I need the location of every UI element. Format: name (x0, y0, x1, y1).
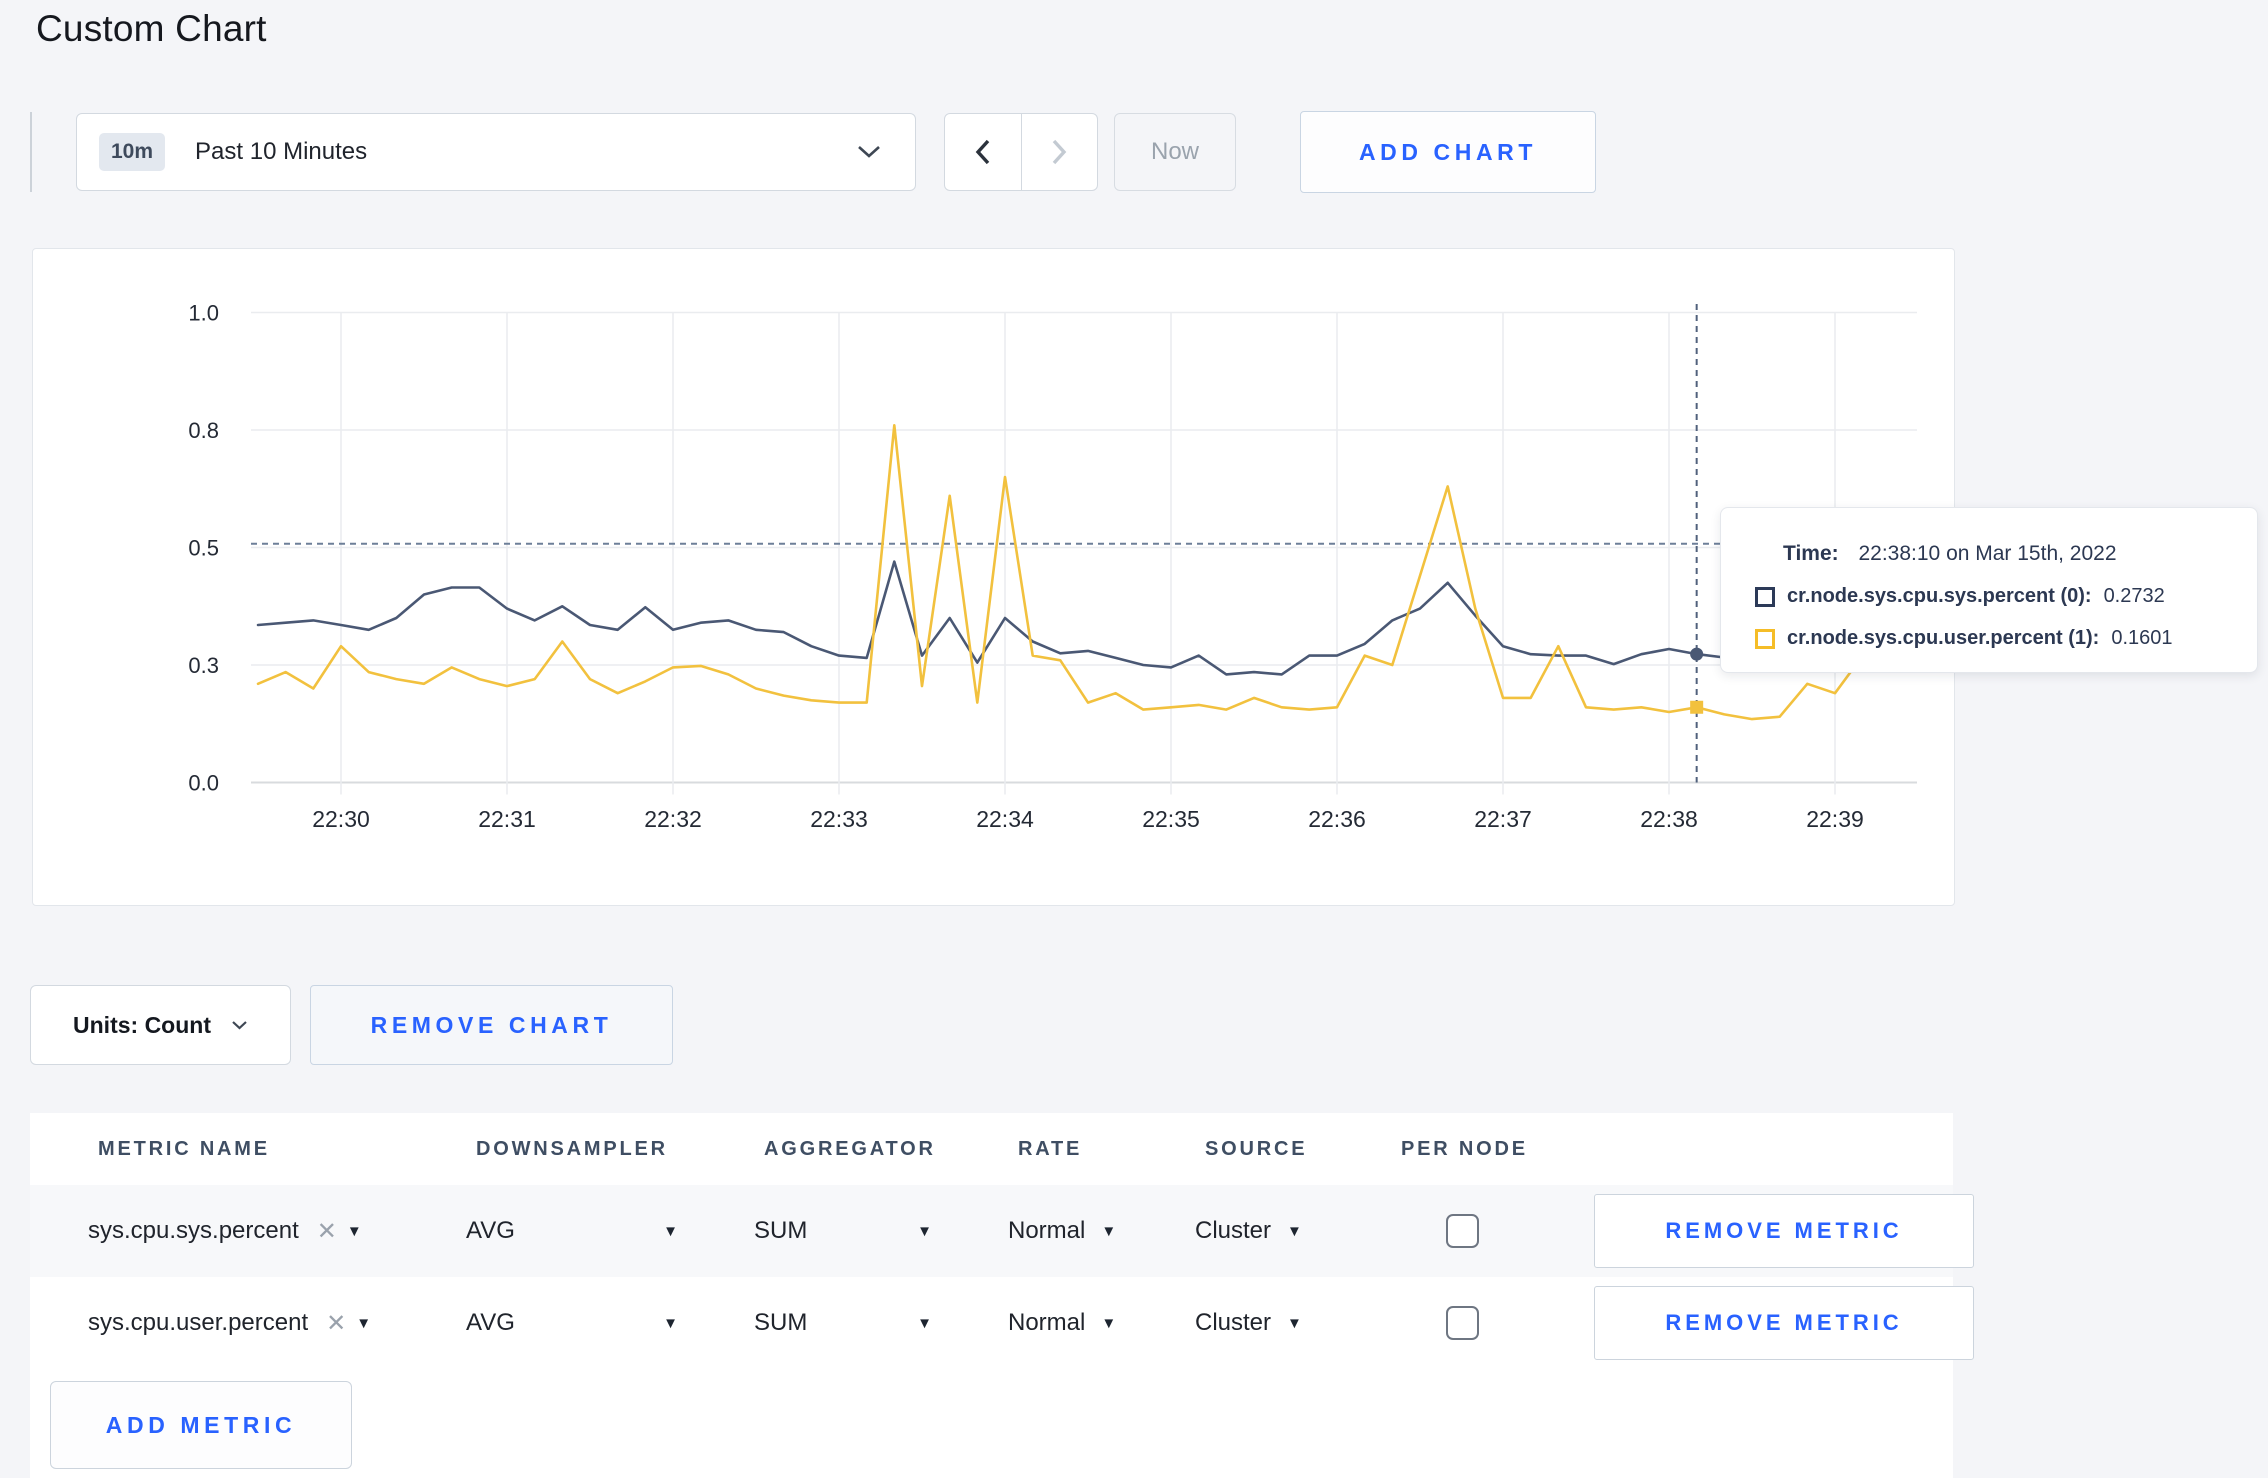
sys-series-swatch-icon (1755, 586, 1775, 607)
remove-chart-button[interactable]: REMOVE CHART (310, 985, 673, 1065)
tooltip-series-row: cr.node.sys.cpu.sys.percent (0): 0.2732 (1755, 585, 2257, 608)
col-header-metric-name: METRIC NAME (98, 1137, 270, 1160)
downsampler-select[interactable]: AVG ▼ (436, 1309, 724, 1337)
metric-name-value: sys.cpu.sys.percent (88, 1217, 299, 1244)
sys-hover-marker (1690, 647, 1704, 661)
caret-down-icon: ▼ (1101, 1314, 1117, 1332)
source-select[interactable]: Cluster ▼ (1165, 1217, 1361, 1245)
chart-tooltip: Time: 22:38:10 on Mar 15th, 2022 cr.node… (1720, 507, 2258, 673)
user-hover-marker (1690, 700, 1704, 714)
next-time-button[interactable] (1022, 114, 1098, 190)
y-axis-label: 0.0 (188, 771, 219, 796)
aggregator-value: SUM (754, 1217, 808, 1244)
timeseries-chart[interactable]: 0.0 0.3 0.5 0.8 1.0 22:30 22:31 22:32 22:33 22:34… (33, 249, 1954, 905)
add-chart-button[interactable]: ADD CHART (1300, 111, 1596, 193)
x-axis-label: 22:34 (976, 806, 1034, 832)
caret-down-icon: ▼ (663, 1222, 678, 1240)
metrics-table: METRIC NAME DOWNSAMPLER AGGREGATOR RATE … (30, 1113, 1974, 1478)
units-select[interactable]: Units: Count (30, 985, 291, 1065)
time-pager (944, 113, 1098, 191)
tooltip-time-row: Time: 22:38:10 on Mar 15th, 2022 (1783, 542, 2257, 566)
custom-chart-page: Custom Chart 10m Past 10 Minutes Now ADD… (0, 0, 2268, 1478)
metric-row: sys.cpu.user.percent ✕ ▼ AVG ▼ SUM ▼ Nor… (30, 1277, 1974, 1369)
caret-down-icon: ▼ (663, 1314, 678, 1332)
col-header-rate: RATE (1018, 1137, 1083, 1160)
caret-down-icon: ▼ (1101, 1222, 1117, 1240)
downsampler-value: AVG (466, 1217, 515, 1244)
y-axis-label: 0.5 (188, 536, 219, 561)
x-axis-label: 22:35 (1142, 806, 1200, 832)
col-header-per-node: PER NODE (1401, 1137, 1528, 1160)
x-axis-label: 22:32 (644, 806, 702, 832)
clear-metric-icon[interactable]: ✕ (317, 1217, 337, 1246)
x-axis-label: 22:37 (1474, 806, 1532, 832)
tooltip-series-row: cr.node.sys.cpu.user.percent (1): 0.1601 (1755, 627, 2257, 650)
col-header-downsampler: DOWNSAMPLER (476, 1137, 668, 1160)
x-axis-label: 22:31 (478, 806, 536, 832)
sys-percent-line (256, 560, 1892, 676)
chevron-right-icon (1052, 139, 1067, 165)
user-series-swatch-icon (1755, 628, 1775, 649)
metrics-table-header: METRIC NAME DOWNSAMPLER AGGREGATOR RATE … (30, 1113, 1953, 1185)
caret-down-icon: ▼ (346, 1222, 362, 1240)
metric-name-value: sys.cpu.user.percent (88, 1309, 309, 1336)
remove-metric-button[interactable]: REMOVE METRIC (1594, 1194, 1974, 1268)
y-axis-label: 1.0 (188, 301, 219, 326)
downsampler-select[interactable]: AVG ▼ (436, 1217, 724, 1245)
chevron-down-icon (857, 145, 881, 159)
caret-down-icon: ▼ (356, 1314, 372, 1332)
units-label: Units: Count (73, 1011, 211, 1038)
remove-metric-button[interactable]: REMOVE METRIC (1594, 1286, 1974, 1360)
time-range-select[interactable]: 10m Past 10 Minutes (76, 113, 916, 191)
tooltip-series-value: 0.2732 (2103, 585, 2165, 607)
chevron-down-icon (231, 1020, 248, 1030)
x-axis-label: 22:33 (810, 806, 868, 832)
tooltip-series-label: cr.node.sys.cpu.sys.percent (0): (1787, 585, 2092, 607)
per-node-checkbox[interactable] (1446, 1214, 1479, 1248)
rate-select[interactable]: Normal ▼ (978, 1217, 1165, 1245)
chevron-left-icon (975, 139, 990, 165)
caret-down-icon: ▼ (1287, 1222, 1302, 1240)
y-axis-label: 0.3 (188, 653, 219, 678)
add-metric-button[interactable]: ADD METRIC (50, 1381, 352, 1469)
tooltip-series-value: 0.1601 (2111, 627, 2173, 649)
y-axis-label: 0.8 (188, 418, 219, 443)
metric-name-select[interactable]: sys.cpu.sys.percent ✕ ▼ (58, 1217, 436, 1246)
now-button[interactable]: Now (1114, 113, 1236, 191)
source-value: Cluster (1195, 1217, 1272, 1244)
page-title: Custom Chart (36, 8, 267, 49)
tooltip-time-label: Time: (1783, 542, 1839, 565)
metric-name-select[interactable]: sys.cpu.user.percent ✕ ▼ (58, 1309, 436, 1338)
source-select[interactable]: Cluster ▼ (1165, 1309, 1361, 1337)
tooltip-time-value: 22:38:10 on Mar 15th, 2022 (1858, 542, 2117, 565)
caret-down-icon: ▼ (917, 1314, 932, 1332)
aggregator-select[interactable]: SUM ▼ (724, 1309, 978, 1337)
time-scale-badge: 10m (99, 133, 166, 171)
col-header-aggregator: AGGREGATOR (764, 1137, 936, 1160)
per-node-checkbox[interactable] (1446, 1306, 1479, 1340)
metric-row: sys.cpu.sys.percent ✕ ▼ AVG ▼ SUM ▼ Norm… (30, 1185, 1974, 1277)
downsampler-value: AVG (466, 1309, 515, 1336)
chart-card: 0.0 0.3 0.5 0.8 1.0 22:30 22:31 22:32 22:33 22:34… (32, 248, 1955, 906)
x-axis-label: 22:38 (1640, 806, 1698, 832)
col-header-source: SOURCE (1205, 1137, 1308, 1160)
rate-select[interactable]: Normal ▼ (978, 1309, 1165, 1337)
x-axis-label: 22:39 (1806, 806, 1864, 832)
aggregator-value: SUM (754, 1309, 808, 1336)
time-range-label: Past 10 Minutes (195, 138, 368, 165)
clear-metric-icon[interactable]: ✕ (326, 1309, 346, 1338)
caret-down-icon: ▼ (917, 1222, 932, 1240)
aggregator-select[interactable]: SUM ▼ (724, 1217, 978, 1245)
rate-value: Normal (1008, 1309, 1086, 1336)
x-axis-label: 22:30 (312, 806, 370, 832)
caret-down-icon: ▼ (1287, 1314, 1302, 1332)
tooltip-series-label: cr.node.sys.cpu.user.percent (1): (1787, 627, 2100, 649)
x-axis-label: 22:36 (1308, 806, 1366, 832)
source-value: Cluster (1195, 1309, 1272, 1336)
rate-value: Normal (1008, 1217, 1086, 1244)
user-percent-line (256, 424, 1892, 721)
prev-time-button[interactable] (945, 114, 1022, 190)
toolbar-divider (30, 112, 32, 192)
